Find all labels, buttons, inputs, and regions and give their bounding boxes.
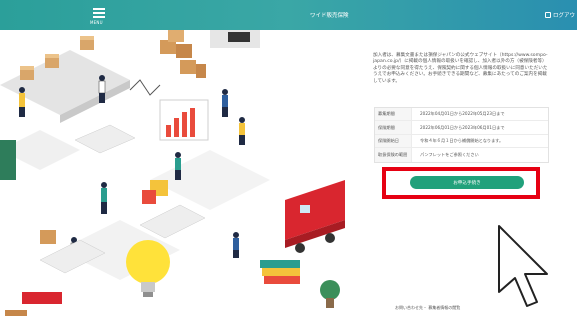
row-key: 保険開始日 — [375, 134, 412, 148]
row-value: パンフレットをご参照ください — [420, 151, 479, 157]
row-value: 2022年06月01日から2023年06月01日まで — [420, 124, 505, 130]
row-key: 募集期間 — [375, 108, 412, 121]
hamburger-icon — [93, 8, 105, 10]
office-illustration — [0, 30, 345, 316]
apply-button[interactable]: お申込手続き — [410, 176, 524, 189]
logout-link[interactable]: ログアウ — [544, 11, 575, 19]
row-value: 令和４年６月１日から補償開始となります。 — [420, 137, 504, 143]
intro-text: 加入者は、募集文書または損保ジャパンの公式ウェブサイト（https://www.… — [373, 53, 548, 84]
hero-illustration — [0, 30, 345, 316]
header-bar: MENU ワイド販売保険 ログアウ — [0, 0, 577, 30]
row-key: 取扱保険の範囲 — [375, 148, 412, 162]
info-table: 募集期間 2022年04月01日から2022年05月23日まで 保険期間 202… — [374, 107, 549, 163]
table-row: 募集期間 2022年04月01日から2022年05月23日まで — [375, 108, 548, 122]
page: MENU ワイド販売保険 ログアウ 加入者は、募集文書または損保ジャパンの公式ウ… — [0, 0, 577, 316]
row-value: 2022年04月01日から2022年05月23日まで — [420, 111, 505, 117]
table-row: 保険期間 2022年06月01日から2023年06月01日まで — [375, 121, 548, 135]
hamburger-icon-bar — [93, 16, 105, 18]
menu-label: MENU — [90, 20, 103, 25]
logout-icon — [544, 12, 551, 18]
row-key: 保険期間 — [375, 121, 412, 134]
footer-links[interactable]: お問い合わせ先・ 募集者情報の閲覧 — [395, 305, 460, 311]
site-title: ワイド販売保険 — [310, 13, 349, 19]
logout-label: ログアウ — [552, 13, 575, 19]
menu-button[interactable]: MENU — [88, 6, 110, 26]
table-row: 取扱保険の範囲 パンフレットをご参照ください — [375, 148, 548, 162]
hamburger-icon-bar — [93, 12, 105, 14]
table-row: 保険開始日 令和４年６月１日から補償開始となります。 — [375, 134, 548, 149]
mouse-cursor-icon — [498, 225, 548, 307]
